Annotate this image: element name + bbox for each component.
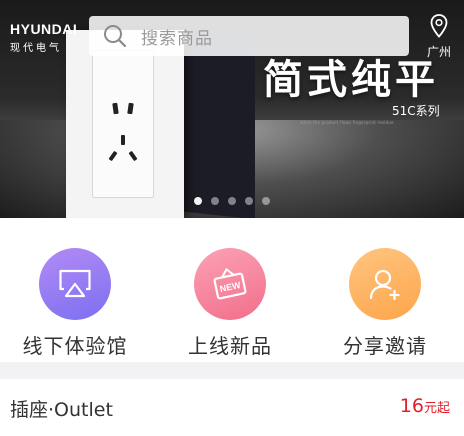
outlet-hole: [121, 135, 125, 145]
quick-links: 线下体验馆 NEW 上线新品 分享邀请: [0, 218, 464, 362]
outlet-hole: [127, 102, 134, 115]
search-icon: [104, 25, 127, 48]
carousel-dot[interactable]: [194, 197, 202, 205]
outlet-hole: [108, 150, 118, 162]
quick-link-circle: [349, 248, 421, 320]
new-tag-icon: NEW: [213, 267, 247, 300]
section-title: 插座·Outlet: [10, 399, 113, 421]
brand-name-en: HYUNDAI: [10, 21, 78, 37]
quick-link-label: 线下体验馆: [22, 334, 128, 358]
quick-link-label: 分享邀请: [343, 334, 427, 358]
carousel-dot[interactable]: [262, 197, 270, 205]
add-user-icon: [369, 269, 400, 301]
section-price: 16元起: [400, 395, 450, 417]
carousel-dot[interactable]: [211, 197, 219, 205]
price-value: 16: [399, 395, 424, 417]
svg-text:NEW: NEW: [219, 280, 242, 294]
brand-name-cn: 现代电气: [10, 43, 62, 54]
white-outlet-panel: [66, 30, 184, 218]
banner-fine-print: when the product flows fingerprint resid…: [300, 120, 394, 125]
outlet-hole: [112, 102, 119, 115]
brand-logo: HYUNDAI 现代电气: [10, 21, 77, 54]
search-placeholder: 搜索商品: [141, 28, 213, 49]
outlet-plate: [92, 50, 154, 198]
quick-link-label: 上线新品: [188, 334, 272, 358]
category-section-header[interactable]: 插座·Outlet 16元起: [0, 379, 464, 436]
quick-link-new-products[interactable]: NEW 上线新品: [155, 248, 305, 359]
location-pin-icon: [430, 14, 448, 38]
quick-link-circle: NEW: [194, 248, 266, 320]
banner-series: 51C系列: [392, 104, 440, 118]
banner-slogan: 简式纯平: [263, 57, 439, 103]
quick-link-share-invite[interactable]: 分享邀请: [310, 248, 460, 359]
quick-link-experience[interactable]: 线下体验馆: [0, 248, 150, 359]
outlet-hole: [128, 150, 138, 162]
quick-link-circle: [39, 248, 111, 320]
hero-banner[interactable]: HYUNDAI 现代电气 搜索商品 广州 简式纯平 51C系列 when the…: [0, 0, 464, 218]
carousel-dot[interactable]: [245, 197, 253, 205]
price-unit: 元起: [423, 401, 450, 416]
carousel-dot[interactable]: [228, 197, 236, 205]
carousel-indicator[interactable]: [0, 197, 464, 205]
airplay-icon: [59, 269, 91, 298]
